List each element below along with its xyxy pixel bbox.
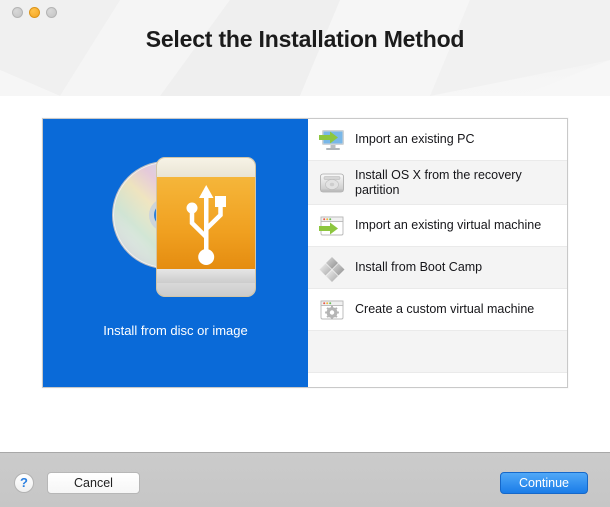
option-install-os-x-recovery-partition[interactable]: Install OS X from the recovery partition	[308, 161, 567, 205]
hard-disk-icon	[318, 169, 346, 197]
window-import-icon	[318, 212, 346, 240]
option-install-from-disc-or-image[interactable]: Install from disc or image	[43, 119, 308, 387]
window-title-bar: Select the Installation Method	[0, 0, 610, 96]
option-label: Import an existing virtual machine	[355, 218, 542, 232]
installation-method-panel: Install from disc or image Import an exi…	[42, 118, 568, 388]
page-title: Select the Installation Method	[145, 26, 465, 52]
monitor-import-icon	[318, 126, 346, 154]
window-gear-icon	[318, 296, 346, 324]
option-install-from-boot-camp[interactable]: Install from Boot Camp	[308, 247, 567, 289]
hero-option-label: Install from disc or image	[103, 323, 248, 338]
close-button[interactable]	[12, 7, 23, 18]
disc-and-usb-drive-icon	[112, 157, 256, 297]
minimize-button[interactable]	[29, 7, 40, 18]
option-label: Install from Boot Camp	[355, 260, 483, 274]
option-import-an-existing-pc[interactable]: Import an existing PC	[308, 119, 567, 161]
boot-camp-diamonds-icon	[318, 254, 346, 282]
option-label: Create a custom virtual machine	[355, 302, 535, 316]
option-import-an-existing-virtual-machine[interactable]: Import an existing virtual machine	[308, 205, 567, 247]
continue-button[interactable]: Continue	[500, 472, 588, 494]
help-button[interactable]: ?	[14, 473, 34, 493]
option-create-a-custom-virtual-machine[interactable]: Create a custom virtual machine	[308, 289, 567, 331]
installation-method-list: Import an existing PC Install OS X from …	[308, 119, 567, 387]
zoom-button[interactable]	[46, 7, 57, 18]
cancel-button[interactable]: Cancel	[47, 472, 140, 494]
installation-method-window: Select the Installation Method Install f…	[0, 0, 610, 507]
option-label: Import an existing PC	[355, 132, 475, 146]
content-area: Install from disc or image Import an exi…	[0, 96, 610, 452]
list-filler-row	[308, 331, 567, 373]
list-filler-row	[308, 373, 567, 387]
option-label: Install OS X from the recovery partition	[355, 167, 522, 197]
